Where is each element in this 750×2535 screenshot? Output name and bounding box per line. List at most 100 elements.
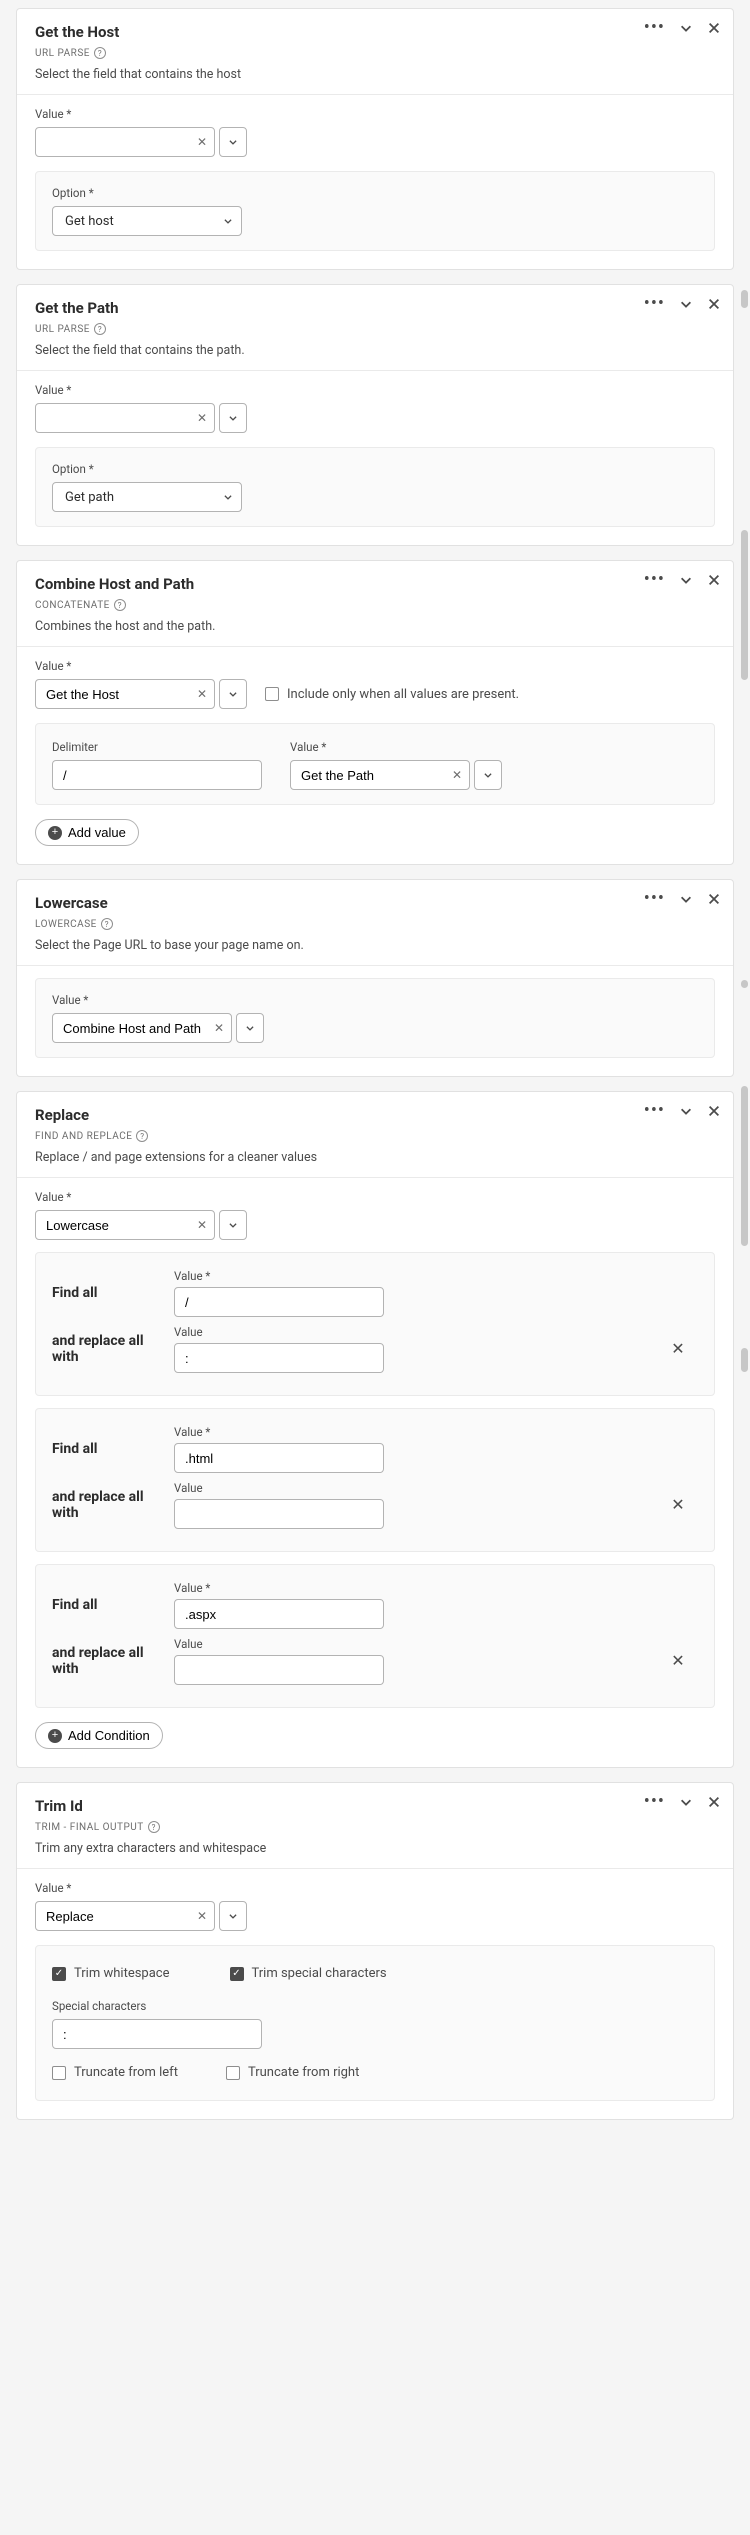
value-input[interactable]: [35, 127, 215, 157]
clear-icon[interactable]: ✕: [197, 411, 207, 425]
close-icon[interactable]: [707, 573, 721, 587]
replace-input[interactable]: [174, 1343, 384, 1373]
card-get-host: Get the Host URL PARSE ? Select the fiel…: [16, 8, 734, 270]
remove-icon[interactable]: ✕: [671, 1339, 684, 1359]
truncate-right-checkbox[interactable]: Truncate from right: [226, 2065, 359, 2080]
replace-condition: Find all Value and replace all with Valu…: [35, 1252, 715, 1396]
dropdown-button[interactable]: [219, 127, 247, 157]
remove-icon[interactable]: ✕: [671, 1495, 684, 1515]
more-icon[interactable]: •••: [644, 1797, 665, 1807]
find-input[interactable]: [174, 1599, 384, 1629]
value-input[interactable]: [35, 403, 215, 433]
help-icon[interactable]: ?: [94, 47, 106, 59]
value-input[interactable]: [35, 679, 215, 709]
value-label: Value: [35, 1881, 715, 1895]
value-input[interactable]: [35, 1210, 215, 1240]
scrollbar-thumb[interactable]: [741, 530, 748, 680]
dropdown-button[interactable]: [219, 403, 247, 433]
card-title: Combine Host and Path: [35, 575, 715, 593]
help-icon[interactable]: ?: [101, 918, 113, 930]
dropdown-button[interactable]: [474, 760, 502, 790]
clear-icon[interactable]: ✕: [214, 1021, 224, 1035]
card-description: Select the field that contains the path.: [35, 343, 715, 358]
value2-input[interactable]: [290, 760, 470, 790]
card-subtitle: CONCATENATE ?: [35, 599, 715, 611]
card-description: Trim any extra characters and whitespace: [35, 1841, 715, 1856]
value-label: Value: [35, 107, 715, 121]
scrollbar-thumb[interactable]: [741, 980, 748, 988]
checkbox-icon[interactable]: [52, 2066, 66, 2080]
replace-input[interactable]: [174, 1499, 384, 1529]
option-select[interactable]: Get path: [52, 482, 242, 512]
special-chars-input[interactable]: [52, 2019, 262, 2049]
more-icon[interactable]: •••: [644, 23, 665, 33]
checkbox-icon[interactable]: [52, 1967, 66, 1981]
collapse-icon[interactable]: [679, 1795, 693, 1809]
collapse-icon[interactable]: [679, 892, 693, 906]
collapse-icon[interactable]: [679, 573, 693, 587]
dropdown-button[interactable]: [236, 1013, 264, 1043]
more-icon[interactable]: •••: [644, 1106, 665, 1116]
value-input[interactable]: [35, 1901, 215, 1931]
option-select[interactable]: Get host: [52, 206, 242, 236]
include-only-checkbox[interactable]: Include only when all values are present…: [265, 687, 519, 702]
value-label: Value: [35, 659, 715, 673]
card-description: Select the field that contains the host: [35, 67, 715, 82]
card-title: Get the Host: [35, 23, 715, 41]
value-label: Value: [174, 1581, 646, 1595]
add-condition-button[interactable]: + Add Condition: [35, 1722, 163, 1749]
value-input[interactable]: [52, 1013, 232, 1043]
card-subtitle: URL PARSE ?: [35, 47, 715, 59]
add-value-button[interactable]: + Add value: [35, 819, 139, 846]
dropdown-button[interactable]: [219, 1901, 247, 1931]
trim-whitespace-checkbox[interactable]: Trim whitespace: [52, 1966, 170, 1981]
close-icon[interactable]: [707, 1104, 721, 1118]
checkbox-icon[interactable]: [226, 2066, 240, 2080]
card-description: Replace / and page extensions for a clea…: [35, 1150, 715, 1165]
checkbox-icon[interactable]: [265, 687, 279, 701]
help-icon[interactable]: ?: [94, 323, 106, 335]
scrollbar-thumb[interactable]: [741, 1086, 748, 1246]
close-icon[interactable]: [707, 21, 721, 35]
replace-input[interactable]: [174, 1655, 384, 1685]
help-icon[interactable]: ?: [136, 1130, 148, 1142]
replace-condition: Find all Value and replace all with Valu…: [35, 1408, 715, 1552]
collapse-icon[interactable]: [679, 21, 693, 35]
delimiter-input[interactable]: [52, 760, 262, 790]
clear-icon[interactable]: ✕: [197, 1909, 207, 1923]
dropdown-button[interactable]: [219, 679, 247, 709]
trim-special-checkbox[interactable]: Trim special characters: [230, 1966, 387, 1981]
truncate-left-checkbox[interactable]: Truncate from left: [52, 2065, 178, 2080]
find-input[interactable]: [174, 1443, 384, 1473]
find-input[interactable]: [174, 1287, 384, 1317]
card-subtitle: LOWERCASE ?: [35, 918, 715, 930]
collapse-icon[interactable]: [679, 297, 693, 311]
collapse-icon[interactable]: [679, 1104, 693, 1118]
clear-icon[interactable]: ✕: [197, 687, 207, 701]
scrollbar-thumb[interactable]: [741, 1348, 748, 1372]
card-title: Lowercase: [35, 894, 715, 912]
replace-with-label: and replace all with: [52, 1645, 162, 1677]
clear-icon[interactable]: ✕: [197, 1218, 207, 1232]
more-icon[interactable]: •••: [644, 299, 665, 309]
remove-icon[interactable]: ✕: [671, 1651, 684, 1671]
clear-icon[interactable]: ✕: [452, 768, 462, 782]
card-trim: Trim Id TRIM - FINAL OUTPUT ? Trim any e…: [16, 1782, 734, 2120]
close-icon[interactable]: [707, 1795, 721, 1809]
close-icon[interactable]: [707, 297, 721, 311]
card-description: Select the Page URL to base your page na…: [35, 938, 715, 953]
value-label: Value: [174, 1637, 646, 1651]
option-label: Option: [52, 462, 698, 476]
dropdown-button[interactable]: [219, 1210, 247, 1240]
clear-icon[interactable]: ✕: [197, 135, 207, 149]
more-icon[interactable]: •••: [644, 575, 665, 585]
more-icon[interactable]: •••: [644, 894, 665, 904]
scrollbar-thumb[interactable]: [741, 290, 748, 308]
help-icon[interactable]: ?: [114, 599, 126, 611]
checkbox-icon[interactable]: [230, 1967, 244, 1981]
card-get-path: Get the Path URL PARSE ? Select the fiel…: [16, 284, 734, 546]
card-subtitle: URL PARSE ?: [35, 323, 715, 335]
card-subtitle: FIND AND REPLACE ?: [35, 1130, 715, 1142]
close-icon[interactable]: [707, 892, 721, 906]
help-icon[interactable]: ?: [148, 1821, 160, 1833]
